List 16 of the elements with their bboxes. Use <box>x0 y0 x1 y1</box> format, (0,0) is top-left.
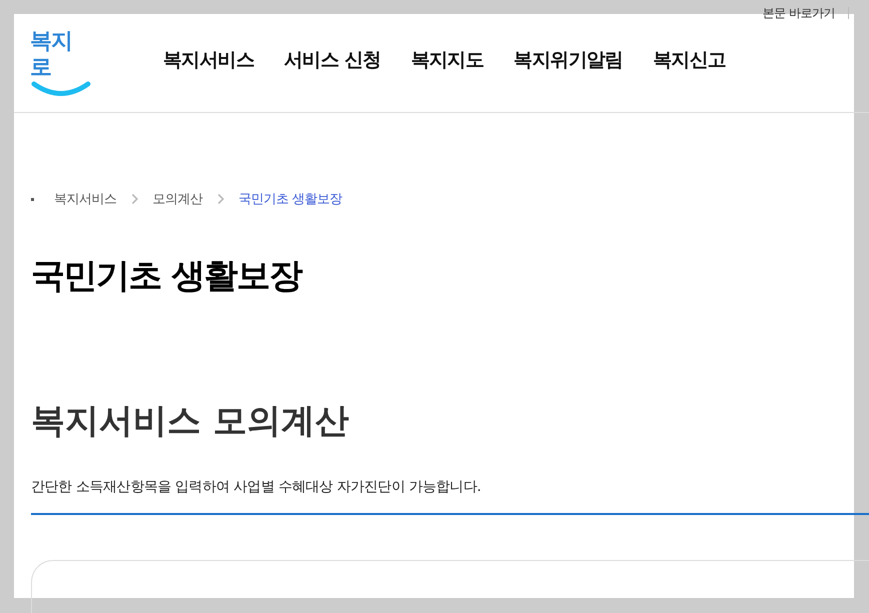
section-title: 복지서비스 모의계산 <box>31 400 350 443</box>
nav-menu-item[interactable]: 복지신고 <box>652 47 726 73</box>
nav-menu-item[interactable]: 서비스 신청 <box>284 47 381 73</box>
logo[interactable]: 복지로 <box>30 29 92 97</box>
bullet-icon <box>31 198 34 200</box>
skip-link[interactable]: 본문 바로가기 <box>762 6 835 20</box>
nav-menu-item[interactable]: 복지지도 <box>410 47 484 73</box>
nav-menu-item[interactable]: 복지위기알림 <box>514 47 623 73</box>
breadcrumb-link[interactable]: 국민기초 생활보장 <box>238 190 342 208</box>
chevron-right-icon <box>216 193 224 205</box>
nav-menu-item[interactable]: 복지서비스 <box>163 47 254 73</box>
page-title: 국민기초 생활보장 <box>31 255 303 298</box>
breadcrumb-link[interactable]: 복지서비스 <box>54 190 116 208</box>
section-description: 간단한 소득재산항목을 입력하여 사업별 수혜대상 자가진단이 가능합니다. <box>31 478 482 497</box>
breadcrumb-link[interactable]: 모의계산 <box>152 190 202 208</box>
chevron-right-icon <box>130 193 138 205</box>
